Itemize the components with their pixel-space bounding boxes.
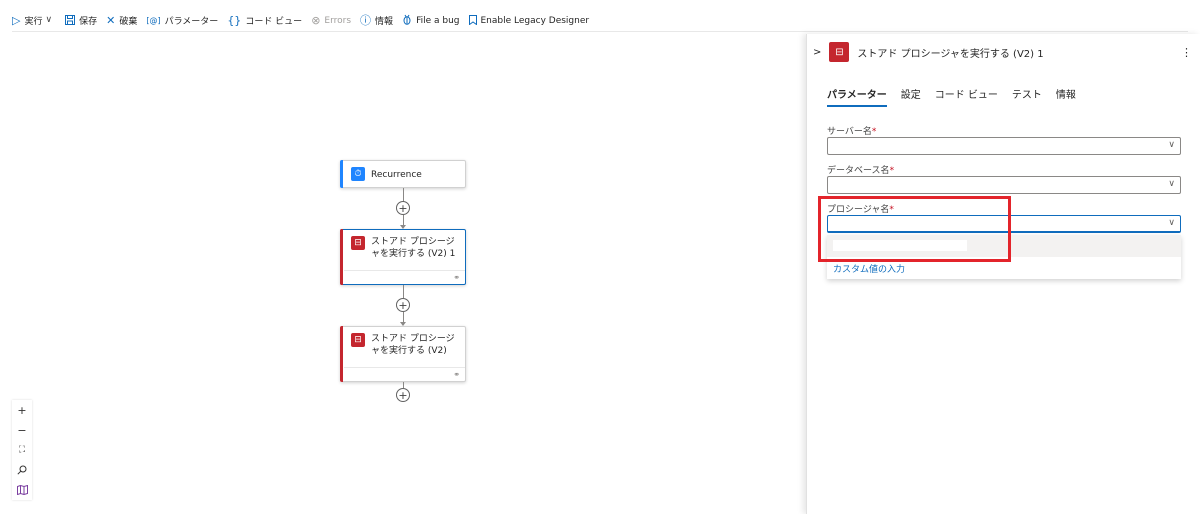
procedure-name-select[interactable]: ∨ [827,215,1181,233]
link-icon: ⚭ [453,273,460,282]
collapse-panel-icon[interactable]: > [813,47,821,58]
connector-line [403,188,404,202]
node-stripe [340,160,343,188]
sql-server-icon: ⊟ [351,333,365,347]
zoom-controls: + − ⛶ [12,400,32,500]
node-stripe [340,326,343,382]
zoom-in-icon[interactable]: + [12,400,32,420]
code-view-button[interactable]: {} コード ビュー [227,14,302,27]
zoom-out-icon[interactable]: − [12,420,32,440]
discard-button[interactable]: ✕ 破棄 [106,14,137,27]
enable-legacy-designer-label: Enable Legacy Designer [480,15,590,26]
add-step-button[interactable]: + [396,298,410,312]
sp2-title: ストアド プロシージ ャを実行する (V2) [371,333,455,357]
server-name-label-text: サーバー名 [827,127,872,137]
designer-canvas[interactable]: ⏱ Recurrence + ⊟ ストアド プロシージ ャを実行する (V2) … [0,34,806,514]
close-icon: ✕ [106,14,116,27]
chevron-down-icon: ∨ [1168,218,1175,228]
required-mark: * [889,205,894,215]
chevron-down-icon: ∨ [1168,179,1175,189]
database-name-label: データベース名* [827,163,894,176]
tab-test[interactable]: テスト [1012,86,1042,107]
required-mark: * [889,166,895,176]
panel-header: > ⊟ ストアド プロシージャを実行する (V2) 1 ⋮ [813,42,1194,62]
parameters-button[interactable]: [@] パラメーター [146,14,218,27]
procedure-name-label-text: プロシージャ名 [827,205,890,215]
sql-server-icon: ⊟ [351,236,365,250]
play-icon: ▷ [12,14,21,27]
code-view-label: コード ビュー [245,17,303,27]
panel-title[interactable]: ストアド プロシージャを実行する (V2) 1 [857,45,1179,60]
file-bug-label: File a bug [416,15,460,26]
panel-tabs: パラメーター 設定 コード ビュー テスト 情報 [827,86,1090,107]
procedure-name-label: プロシージャ名* [827,202,894,215]
redacted-option-text [833,240,967,251]
errors-label: Errors [324,15,352,26]
discard-label: 破棄 [119,17,138,27]
tab-parameters[interactable]: パラメーター [827,86,887,107]
error-circle-icon: ⊗ [311,14,321,27]
sp2-title-line2: ャを実行する (V2) [371,346,447,356]
sp1-title-line2: ャを実行する (V2) 1 [371,249,456,259]
chevron-down-icon: ∨ [1168,140,1175,150]
run-label: 実行 [24,17,43,27]
designer-toolbar: ▷ 実行 ∨ 保存 ✕ 破棄 [@] パラメーター {} コード ビュー ⊗ E… [12,12,1188,32]
fit-view-icon[interactable]: ⛶ [12,440,32,460]
code-braces-icon: {} [227,14,242,27]
tab-info[interactable]: 情報 [1056,86,1076,107]
enter-custom-value-link[interactable]: カスタム値の入力 [833,262,905,275]
run-button[interactable]: ▷ 実行 ∨ [12,14,56,27]
minimap-icon[interactable] [12,480,32,500]
stored-procedure-node-2[interactable]: ⊟ ストアド プロシージ ャを実行する (V2) ⚭ [340,326,466,382]
alarm-clock-icon: ⏱ [351,167,365,181]
node-footer: ⚭ [344,367,465,381]
search-icon[interactable] [12,460,32,480]
bookmark-icon [468,14,477,27]
save-button[interactable]: 保存 [65,14,97,27]
action-details-panel: > ⊟ ストアド プロシージャを実行する (V2) 1 ⋮ パラメーター 設定 … [806,34,1200,514]
file-bug-button[interactable]: File a bug [402,14,460,27]
sql-server-icon: ⊟ [829,42,850,62]
tab-settings[interactable]: 設定 [901,86,921,107]
sp1-title: ストアド プロシージ ャを実行する (V2) 1 [371,236,455,260]
info-icon: ⓘ [360,14,372,27]
info-button[interactable]: ⓘ 情報 [360,14,393,27]
recurrence-node[interactable]: ⏱ Recurrence [340,160,466,188]
node-footer: ⚭ [344,270,465,284]
sp2-title-line1: ストアド プロシージ [371,334,455,344]
link-icon: ⚭ [453,370,460,379]
save-label: 保存 [79,17,98,27]
stored-procedure-node-1[interactable]: ⊟ ストアド プロシージ ャを実行する (V2) 1 ⚭ [340,229,466,285]
parameters-label: パラメーター [164,17,219,27]
server-name-select[interactable]: ∨ [827,137,1181,155]
connector-line [403,285,404,298]
tab-code-view[interactable]: コード ビュー [935,86,998,107]
chevron-down-icon[interactable]: ∨ [45,15,52,26]
save-icon [65,14,76,27]
database-name-label-text: データベース名 [827,166,890,176]
add-step-button[interactable]: + [396,388,410,402]
server-name-label: サーバー名* [827,124,876,137]
add-step-button[interactable]: + [396,201,410,215]
required-mark: * [871,127,877,137]
recurrence-title: Recurrence [371,170,422,180]
info-label: 情報 [375,17,394,27]
database-name-select[interactable]: ∨ [827,176,1181,194]
parameters-icon: [@] [146,16,161,25]
node-stripe [340,229,343,285]
procedure-option[interactable] [827,235,1181,257]
enable-legacy-designer-button[interactable]: Enable Legacy Designer [468,14,590,27]
bug-icon [402,14,412,27]
sp1-title-line1: ストアド プロシージ [371,237,455,247]
errors-button[interactable]: ⊗ Errors [311,15,351,26]
procedure-dropdown-list: カスタム値の入力 [827,235,1181,279]
more-options-icon[interactable]: ⋮ [1179,46,1194,59]
